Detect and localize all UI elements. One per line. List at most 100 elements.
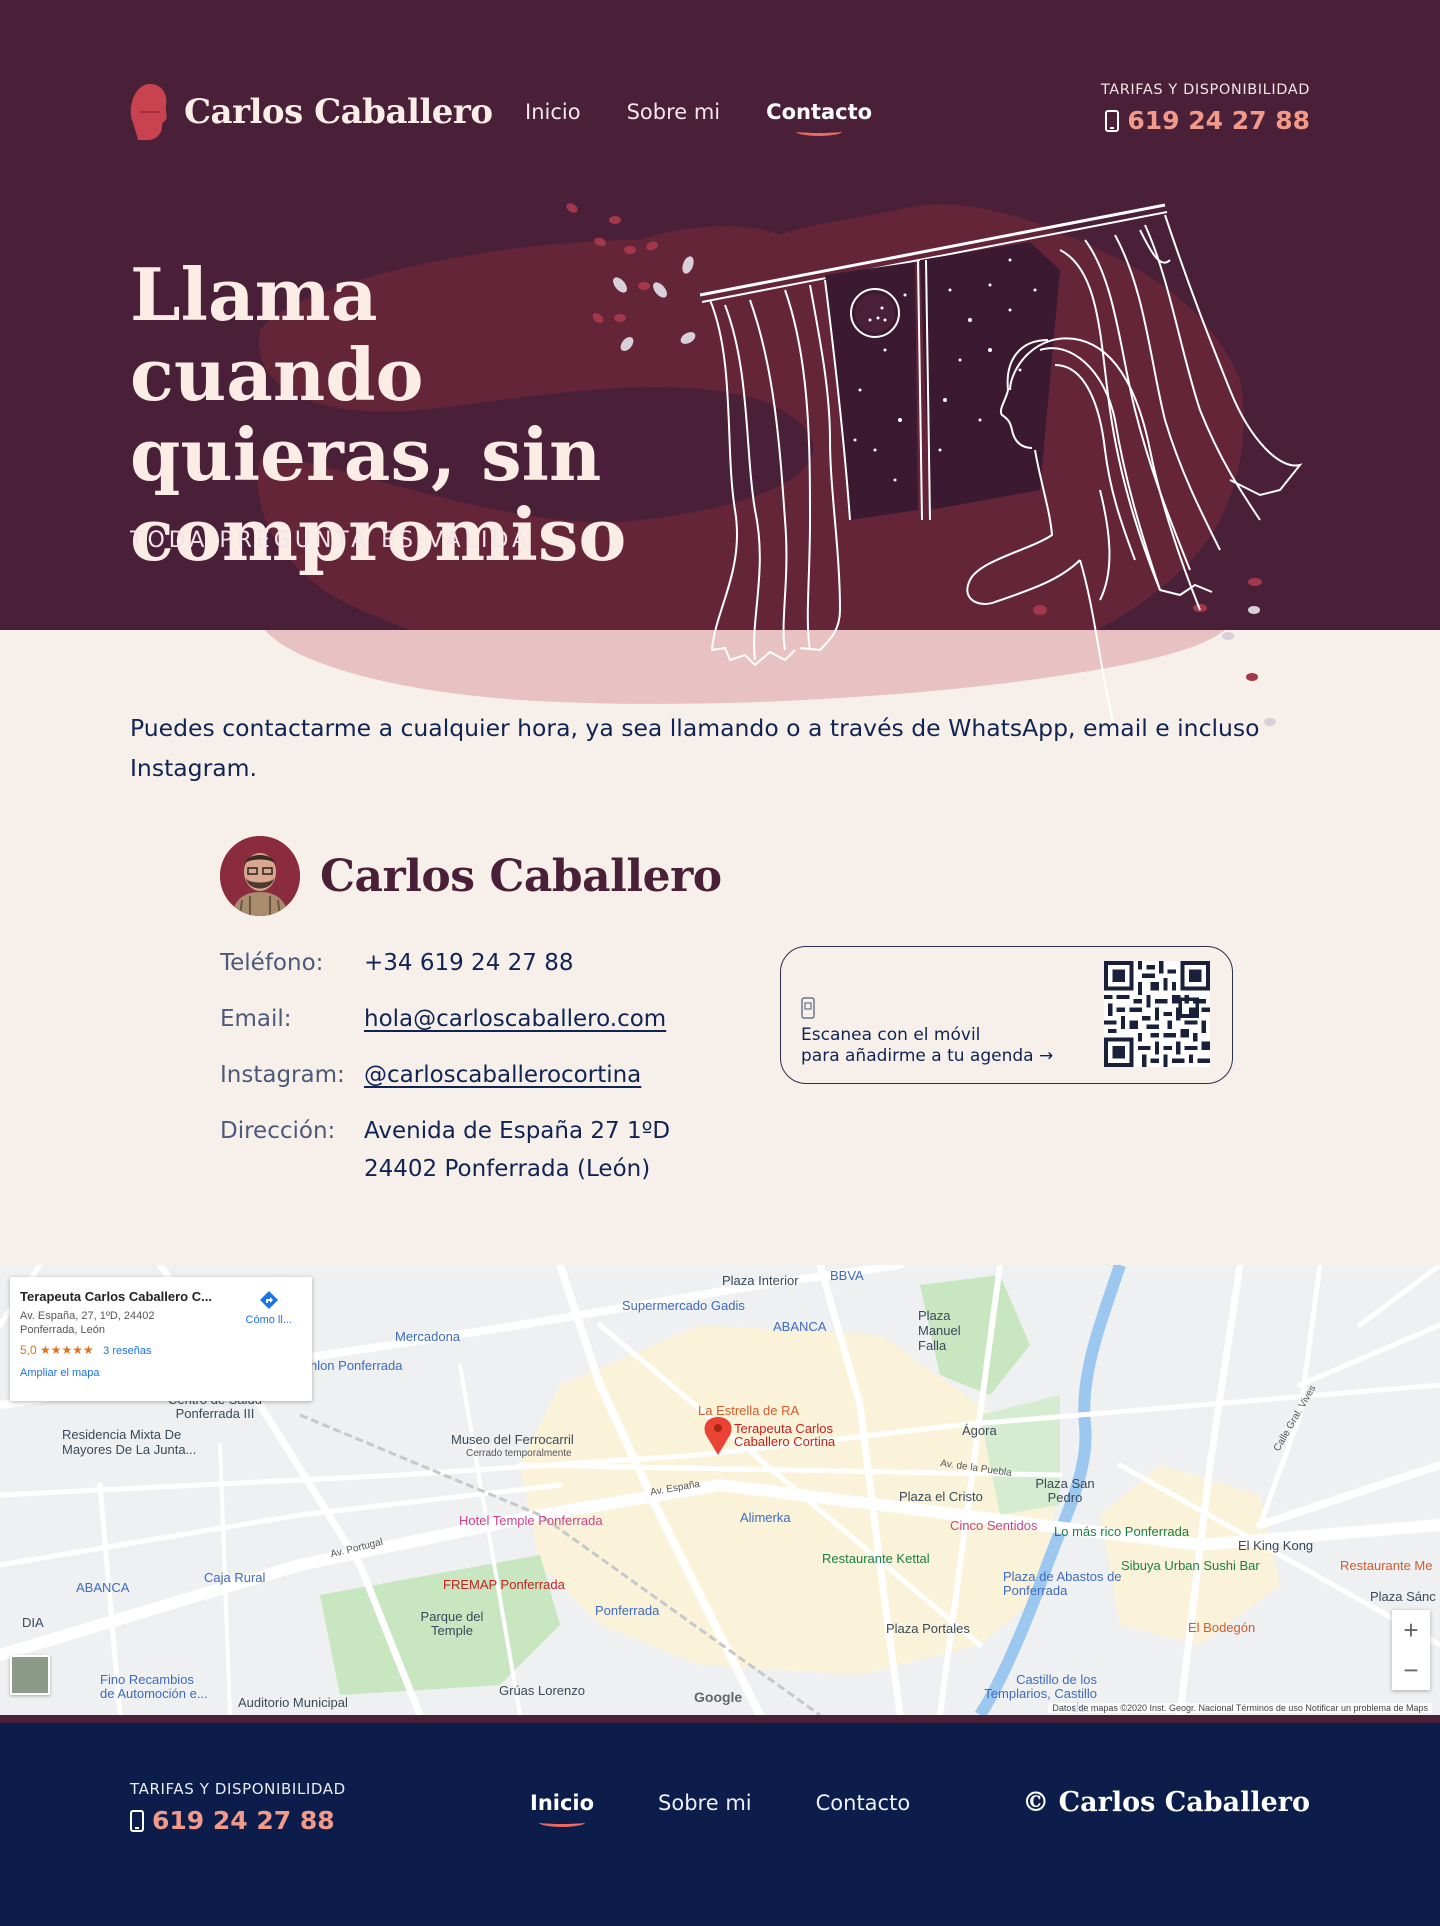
site-footer: TARIFAS Y DISPONIBILIDAD 619 24 27 88 In… (0, 1723, 1440, 1926)
map-label: Alimerka (740, 1510, 791, 1525)
phone-label: Teléfono: (220, 950, 324, 976)
head-logo-icon (130, 84, 167, 140)
satellite-toggle[interactable] (10, 1655, 50, 1695)
map-label: Restaurante Kettal (822, 1551, 930, 1566)
map-label: Mercadona (395, 1329, 461, 1344)
map-label: Plaza Interior (722, 1273, 799, 1288)
map-label: Caja Rural (204, 1570, 266, 1585)
map-label: El King Kong (1238, 1538, 1314, 1553)
address-value: Avenida de España 27 1ºD 24402 Ponferrad… (364, 1112, 670, 1188)
phone-icon (1105, 109, 1120, 132)
person-header: Carlos Caballero (220, 836, 1240, 916)
map-label: Plaza Manuel Falla (918, 1308, 961, 1353)
instagram-label: Instagram: (220, 1062, 345, 1088)
map-place-card: Terapeuta Carlos Caballero C... Av. Espa… (10, 1277, 312, 1401)
nav-sobre-mi[interactable]: Sobre mi (627, 100, 721, 124)
map-label: Sibuya Urban Sushi Bar (1121, 1558, 1260, 1573)
map-label: Parque del Temple (420, 1609, 484, 1638)
map-label: Plaza Sánc (1370, 1589, 1436, 1604)
map-label: Museo del Ferrocarril (451, 1432, 574, 1447)
map-label: Plaza el Cristo (899, 1489, 983, 1504)
google-logo: Google (694, 1689, 743, 1705)
footer-copyright: © Carlos Caballero (1022, 1787, 1310, 1818)
map-label: Supermercado Gadis (622, 1298, 745, 1313)
map-label: Cinco Sentidos (950, 1518, 1038, 1533)
brand-name: Carlos Caballero (184, 92, 493, 132)
directions-icon (259, 1291, 278, 1309)
map-label: Plaza Portales (886, 1621, 970, 1636)
zoom-controls: + − (1392, 1610, 1430, 1690)
qr-caption: Escanea con el móvil para añadirme a tu … (801, 1025, 1053, 1067)
map-label: Ponferrada (595, 1603, 660, 1618)
phone-value[interactable]: +34 619 24 27 88 (364, 944, 573, 982)
logo[interactable]: Carlos Caballero (130, 82, 493, 142)
qr-caption-line-1: Escanea con el móvil (801, 1025, 981, 1045)
map-label: BBVA (830, 1268, 864, 1283)
contact-card: Carlos Caballero Teléfono: +34 619 24 27… (220, 836, 1240, 1206)
map-label: Cerrado temporalmente (466, 1448, 572, 1459)
window-woman-illustration (566, 203, 1303, 730)
map-bottom-bar (0, 1715, 1440, 1723)
footer-phone[interactable]: 619 24 27 88 (130, 1806, 346, 1835)
address-line-2: 24402 Ponferrada (León) (364, 1156, 651, 1182)
avatar (220, 836, 300, 916)
instagram-link[interactable]: @carloscaballerocortina (364, 1056, 641, 1094)
map-label: ABANCA (76, 1580, 130, 1595)
address-label: Dirección: (220, 1118, 336, 1144)
site-header: Carlos Caballero Inicio Sobre mi Contact… (130, 78, 1310, 148)
footer-nav-contacto[interactable]: Contacto (816, 1791, 911, 1815)
intro-text: Puedes contactarme a cualquier hora, ya … (130, 714, 1260, 782)
address-row: Dirección: Avenida de España 27 1ºD 2440… (220, 1112, 1240, 1188)
address-line-1: Avenida de España 27 1ºD (364, 1118, 671, 1144)
map-embed[interactable]: Terapeuta Carlos Caballero C... Av. Espa… (0, 1265, 1440, 1715)
map-label: La Estrella de RA (698, 1403, 800, 1418)
map-label: Ágora (962, 1423, 997, 1438)
map-label: El Bodegón (1188, 1620, 1256, 1635)
footer-phone-number: 619 24 27 88 (152, 1806, 335, 1835)
enlarge-map-link[interactable]: Ampliar el mapa (20, 1367, 302, 1379)
map-label: Fino Recambios de Automoción e... (100, 1672, 208, 1701)
mobile-scan-icon (801, 997, 815, 1019)
map-label: Grúas Lorenzo (499, 1683, 585, 1698)
hero-section: Carlos Caballero Inicio Sobre mi Contact… (0, 0, 1440, 730)
qr-caption-line-2: para añadirme a tu agenda → (801, 1046, 1054, 1066)
email-link[interactable]: hola@carloscaballero.com (364, 1000, 666, 1038)
footer-contact: TARIFAS Y DISPONIBILIDAD 619 24 27 88 (130, 1780, 346, 1835)
header-contact: TARIFAS Y DISPONIBILIDAD 619 24 27 88 (1101, 82, 1310, 135)
main-nav: Inicio Sobre mi Contacto (525, 100, 872, 124)
map-label: ABANCA (773, 1319, 827, 1334)
header-phone-number: 619 24 27 88 (1127, 106, 1310, 135)
map-label: DIA (22, 1615, 44, 1630)
footer-nav-sobre-mi[interactable]: Sobre mi (658, 1791, 752, 1815)
header-contact-caption: TARIFAS Y DISPONIBILIDAD (1100, 82, 1310, 98)
person-name: Carlos Caballero (320, 850, 722, 902)
nav-inicio[interactable]: Inicio (525, 100, 581, 124)
nav-contacto[interactable]: Contacto (766, 100, 872, 124)
place-address: Av. España, 27, 1ºD, 24402 Ponferrada, L… (20, 1310, 155, 1336)
reviews-link[interactable]: 3 reseñas (103, 1345, 151, 1357)
hero-subtitle: TODA PREGUNTA ES VÁLIDA (130, 528, 532, 553)
map-attribution[interactable]: Datos de mapas ©2020 Inst. Geogr. Nacion… (1048, 1703, 1432, 1713)
map-label: Auditorio Municipal (238, 1695, 348, 1710)
email-label: Email: (220, 1006, 292, 1032)
rating-stars: 5,0 ★★★★★ (20, 1343, 94, 1357)
map-label: Restaurante Me (1340, 1558, 1433, 1573)
phone-icon (130, 1809, 144, 1832)
header-phone[interactable]: 619 24 27 88 (1101, 106, 1310, 135)
map-label: Hotel Temple Ponferrada (459, 1513, 603, 1528)
zoom-in-button[interactable]: + (1392, 1610, 1430, 1650)
footer-nav-inicio[interactable]: Inicio (530, 1791, 594, 1815)
zoom-out-button[interactable]: − (1392, 1650, 1430, 1690)
footer-caption: TARIFAS Y DISPONIBILIDAD (130, 1780, 346, 1798)
map-label: Lo más rico Ponferrada (1054, 1524, 1190, 1539)
footer-nav: Inicio Sobre mi Contacto (530, 1791, 910, 1815)
map-label: Residencia Mixta De Mayores De La Junta.… (62, 1427, 197, 1457)
qr-vcard-box[interactable]: Escanea con el móvil para añadirme a tu … (780, 946, 1233, 1084)
person-photo (220, 836, 300, 916)
map-label: Plaza de Abastos de Ponferrada (1003, 1569, 1122, 1598)
directions-button[interactable]: Cómo ll... (246, 1289, 292, 1326)
map-label: Terapeuta Carlos Caballero Cortina (734, 1421, 836, 1449)
place-rating: 5,0 ★★★★★ 3 reseñas (20, 1343, 302, 1357)
qr-code (1104, 961, 1210, 1067)
directions-label: Cómo ll... (245, 1314, 292, 1326)
